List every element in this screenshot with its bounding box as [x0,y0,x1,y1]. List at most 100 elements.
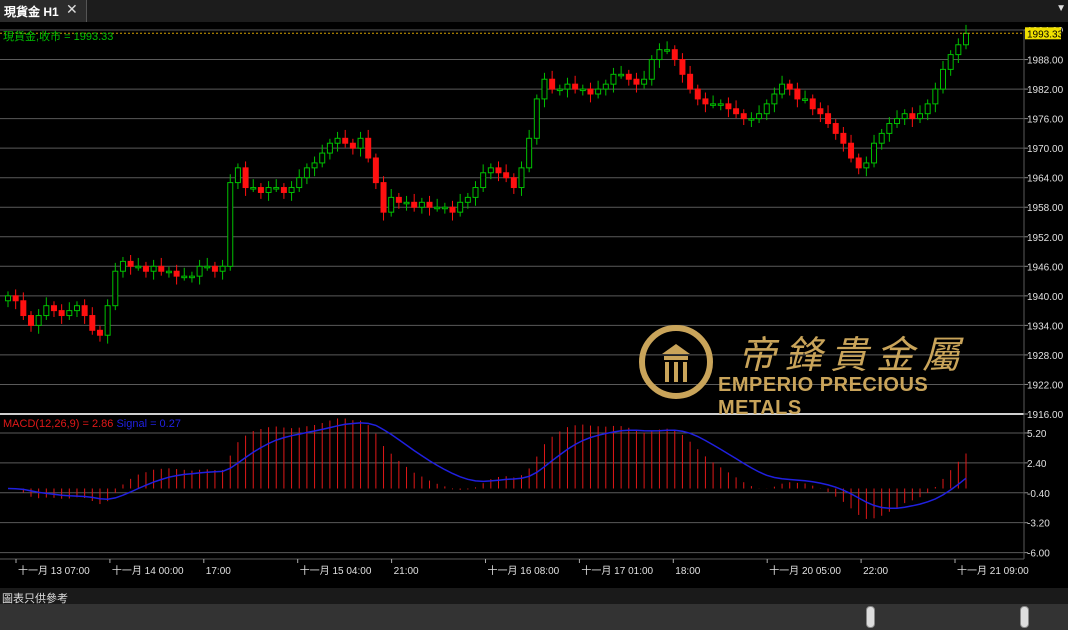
candle-body [27,315,34,326]
close-icon[interactable]: ✕ [66,1,78,18]
candle-body [817,108,824,115]
candle-body [786,83,793,90]
candle-body [142,265,149,272]
candle-body [311,162,318,169]
macd-value-label: MACD(12,26,9) = 2.86 [3,418,113,430]
time-tick-label: 十一月 21 09:00 [957,564,1029,577]
candle-body [717,103,724,106]
last-price-tag-text: 1993.33 [1027,29,1064,40]
macd-tick-label: -6.00 [1027,549,1050,560]
candle-body [219,265,226,272]
macd-tick-label: -0.40 [1027,489,1050,500]
candle-body [357,137,364,149]
chart-area[interactable]: 1994.001988.001982.001976.001970.001964.… [0,22,1068,588]
candle-body [43,305,50,317]
candle-body [480,172,487,189]
time-tick-label: 21:00 [394,566,419,577]
candle-body [579,88,586,92]
candle-body [188,275,195,279]
price-tick-label: 1958.00 [1027,203,1064,214]
time-tick-label: 18:00 [675,566,700,577]
candle-body [541,78,548,100]
candle-body [319,152,326,164]
candle-body [66,310,73,317]
candle-body [372,157,379,184]
logo-chinese-text: 帝鋒貴金屬 [738,333,969,377]
candle-body [158,265,165,272]
candle-body [779,83,786,95]
candle-body [710,103,717,106]
menu-arrow-icon[interactable]: ▼ [1056,3,1066,14]
candle-body [809,98,816,110]
candle-body [35,315,42,326]
time-tick-label: 22:00 [863,566,888,577]
candle-body [932,88,939,105]
candle-body [618,73,625,77]
candle-body [687,73,694,90]
candle-body [265,187,272,193]
candle-body [58,310,65,317]
candle-body [648,59,655,80]
candle-body [296,177,303,189]
candle-body [349,142,356,149]
price-tick-label: 1970.00 [1027,144,1064,155]
candle-body [96,329,103,336]
candle-body [756,113,763,120]
candle-body [940,68,947,90]
candle-body [871,142,878,164]
candle-body [204,265,211,269]
candle-body [464,196,471,203]
price-tick-label: 1952.00 [1027,233,1064,244]
candle-body [641,78,648,85]
price-tick-label: 1916.00 [1027,410,1064,421]
candle-body [572,83,579,90]
candle-body [848,142,855,159]
candle-body [234,167,241,184]
candle-body [587,88,594,95]
candle-body [418,201,425,208]
candle-body [280,187,287,193]
candle-body [173,270,180,277]
candle-body [334,137,341,144]
candle-body [794,88,801,100]
footer: 圖表只供參考 [0,588,1068,630]
candle-body [633,78,640,85]
candle-body [426,201,433,208]
time-tick-label: 十一月 15 04:00 [300,564,372,577]
scrollbar-track[interactable] [0,604,1068,630]
candle-body [909,113,916,120]
candle-body [771,93,778,105]
price-label: 現貨金,收市 = 1993.33 [3,29,113,43]
time-tick-label: 十一月 13 07:00 [18,564,90,577]
candle-body [365,137,372,159]
macd-label: MACD(12,26,9) = 2.86 Signal = 0.27 [3,418,181,430]
candle-body [863,162,870,169]
time-tick-label: 十一月 20 05:00 [769,564,841,577]
candle-body [917,113,924,120]
candle-body [664,49,671,52]
candle-body [73,305,80,312]
candle-body [89,315,96,331]
candle-body [457,201,464,213]
price-tick-label: 1946.00 [1027,262,1064,273]
time-tick-label: 十一月 16 08:00 [488,564,560,577]
price-tick-label: 1964.00 [1027,174,1064,185]
candle-body [556,88,563,92]
chart-tab[interactable]: 現貨金 H1 ✕ [0,0,87,22]
candle-body [878,132,885,144]
scrollbar-right-handle[interactable] [1020,606,1029,628]
candle-body [441,206,448,210]
candle-body [395,196,402,203]
time-tick-label: 十一月 17 01:00 [581,564,653,577]
candle-body [150,265,157,272]
price-tick-label: 1928.00 [1027,351,1064,362]
candle-body [472,187,479,198]
logo-emblem-icon [639,325,713,399]
candle-body [326,142,333,154]
candle-body [250,187,257,190]
candle-body [342,137,349,144]
scrollbar-left-handle[interactable] [866,606,875,628]
candle-body [449,206,456,213]
candle-body [549,78,556,90]
candle-body [119,260,126,272]
